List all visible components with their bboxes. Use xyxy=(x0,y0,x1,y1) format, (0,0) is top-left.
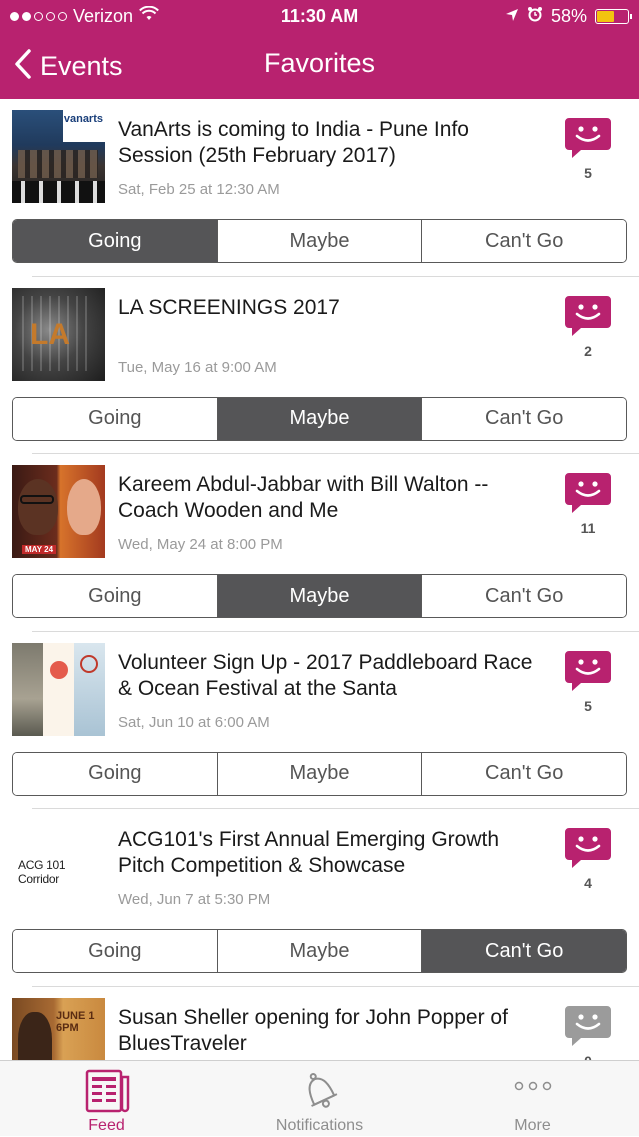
comment-button[interactable]: 0 xyxy=(561,1004,615,1061)
cant-go-button[interactable]: Can't Go xyxy=(422,220,626,262)
comment-bubble-icon xyxy=(563,295,613,342)
tab-label: Feed xyxy=(88,1117,125,1134)
event-title[interactable]: VanArts is coming to India - Pune Info S… xyxy=(118,117,538,169)
event-title[interactable]: ACG101's First Annual Emerging Growth Pi… xyxy=(118,827,538,879)
comment-button[interactable]: 4 xyxy=(561,826,615,891)
event-thumbnail: LA xyxy=(12,287,105,381)
maybe-button[interactable]: Maybe xyxy=(217,930,423,972)
event-item[interactable]: JUNE 1 6PM Susan Sheller opening for Joh… xyxy=(0,987,639,1061)
navigation-bar: Events Favorites xyxy=(0,34,639,99)
comment-button[interactable]: 11 xyxy=(561,471,615,536)
tab-label: More xyxy=(514,1117,551,1134)
event-date: Sat, Feb 25 at 12:30 AM xyxy=(118,181,280,198)
event-title[interactable]: LA SCREENINGS 2017 xyxy=(118,295,538,321)
location-arrow-icon xyxy=(505,6,519,27)
thumbnail-text: JUNE 1 6PM xyxy=(56,1009,95,1034)
event-thumbnail: vanarts xyxy=(12,110,105,203)
event-title[interactable]: Susan Sheller opening for John Popper of… xyxy=(118,1005,538,1057)
bell-icon xyxy=(295,1067,345,1120)
event-item[interactable]: ACG 101 Corridor ACG101's First Annual E… xyxy=(0,809,639,987)
event-date: Wed, Jun 7 at 5:30 PM xyxy=(118,891,271,908)
status-right: 58% xyxy=(505,6,632,27)
comment-bubble-icon xyxy=(563,650,613,697)
thumbnail-text: vanarts xyxy=(63,113,103,125)
thumbnail-text: ACG 101 Corridor xyxy=(18,858,66,886)
comment-count: 2 xyxy=(584,342,592,359)
event-title[interactable]: Kareem Abdul-Jabbar with Bill Walton -- … xyxy=(118,472,538,524)
cant-go-button[interactable]: Can't Go xyxy=(422,397,626,440)
thumbnail-text: MAY 24 xyxy=(22,545,57,554)
tab-bar: Feed Notifications More xyxy=(0,1060,639,1136)
event-thumbnail: JUNE 1 6PM xyxy=(12,997,105,1060)
alarm-clock-icon xyxy=(527,6,543,27)
going-button[interactable]: Going xyxy=(13,397,218,440)
tab-label: Notifications xyxy=(275,1117,364,1134)
event-thumbnail: MAY 24 xyxy=(12,465,105,558)
going-button[interactable]: Going xyxy=(13,752,218,795)
rsvp-segmented-control: Going Maybe Can't Go xyxy=(12,396,627,441)
thumbnail-text: LA xyxy=(30,317,70,351)
rsvp-segmented-control: Going Maybe Can't Go xyxy=(12,929,627,973)
going-button[interactable]: Going xyxy=(13,575,218,617)
comment-bubble-icon xyxy=(563,473,613,519)
tab-feed[interactable]: Feed xyxy=(0,1061,213,1137)
comment-bubble-icon xyxy=(563,118,613,164)
event-thumbnail: ACG 101 Corridor xyxy=(12,820,105,913)
event-date: Wed, May 24 at 8:00 PM xyxy=(118,536,283,553)
status-bar: Verizon 11:30 AM 58% xyxy=(0,0,639,34)
maybe-button[interactable]: Maybe xyxy=(217,575,423,617)
event-date: Tue, May 16 at 9:00 AM xyxy=(118,358,277,376)
event-date: Sat, Jun 10 at 6:00 AM xyxy=(118,713,270,731)
maybe-button[interactable]: Maybe xyxy=(217,752,423,795)
comment-count: 11 xyxy=(580,520,596,536)
tab-more[interactable]: More xyxy=(426,1061,639,1137)
comment-button[interactable]: 2 xyxy=(561,294,615,359)
comment-button[interactable]: 5 xyxy=(561,649,615,714)
battery-percent: 58% xyxy=(550,6,587,26)
comment-count: 5 xyxy=(584,697,592,714)
event-item[interactable]: Volunteer Sign Up - 2017 Paddleboard Rac… xyxy=(0,632,639,809)
comment-count: 5 xyxy=(584,165,592,181)
maybe-button[interactable]: Maybe xyxy=(217,220,423,262)
event-thumbnail xyxy=(12,642,105,736)
event-title[interactable]: Volunteer Sign Up - 2017 Paddleboard Rac… xyxy=(118,650,538,702)
maybe-button[interactable]: Maybe xyxy=(217,397,423,440)
comment-bubble-icon xyxy=(563,828,613,874)
tab-notifications[interactable]: Notifications xyxy=(213,1061,426,1137)
battery-icon xyxy=(595,9,632,24)
rsvp-segmented-control: Going Maybe Can't Go xyxy=(12,574,627,618)
feed-icon xyxy=(81,1067,133,1118)
event-item[interactable]: vanarts VanArts is coming to India - Pun… xyxy=(0,99,639,277)
more-icon xyxy=(513,1079,553,1098)
event-item[interactable]: MAY 24 Kareem Abdul-Jabbar with Bill Wal… xyxy=(0,454,639,632)
cant-go-button[interactable]: Can't Go xyxy=(422,752,626,795)
comment-count: 4 xyxy=(584,875,592,891)
rsvp-segmented-control: Going Maybe Can't Go xyxy=(12,751,627,796)
comment-button[interactable]: 5 xyxy=(561,116,615,181)
cant-go-button[interactable]: Can't Go xyxy=(422,575,626,617)
comment-bubble-icon xyxy=(563,1005,613,1052)
comment-count: 0 xyxy=(561,1053,615,1061)
event-item[interactable]: LA LA SCREENINGS 2017 Tue, May 16 at 9:0… xyxy=(0,277,639,454)
favorites-list[interactable]: vanarts VanArts is coming to India - Pun… xyxy=(0,99,639,1060)
going-button[interactable]: Going xyxy=(13,930,218,972)
rsvp-segmented-control: Going Maybe Can't Go xyxy=(12,219,627,263)
page-title: Favorites xyxy=(263,48,376,78)
going-button[interactable]: Going xyxy=(13,220,218,262)
cant-go-button[interactable]: Can't Go xyxy=(422,930,626,972)
